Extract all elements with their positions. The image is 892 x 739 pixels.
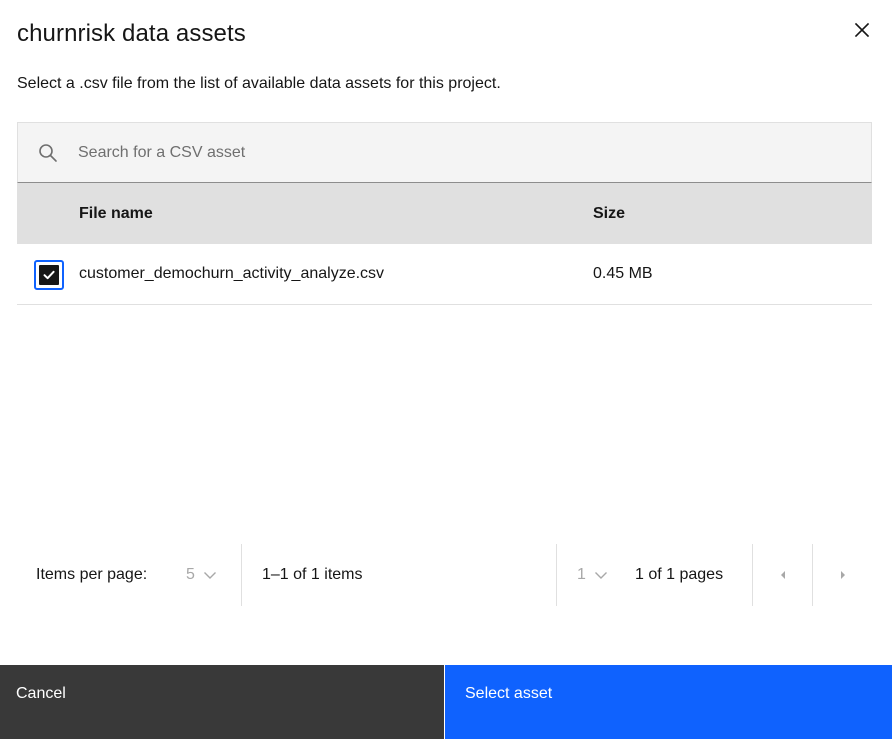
checkmark-icon	[43, 270, 55, 280]
table-header: File name Size	[17, 183, 872, 244]
column-header-size[interactable]: Size	[593, 183, 625, 244]
search-bar	[17, 122, 872, 183]
pages-text: 1 of 1 pages	[635, 566, 724, 583]
modal-dialog: churnrisk data assets Select a .csv file…	[0, 0, 892, 739]
pager-divider	[241, 544, 242, 606]
items-per-page-value: 5	[186, 566, 195, 583]
modal-description: Select a .csv file from the list of avai…	[17, 75, 501, 92]
items-per-page-label: Items per page:	[36, 566, 148, 583]
caret-right-icon	[841, 571, 845, 579]
modal-footer: Cancel Select asset	[0, 665, 892, 739]
chevron-down-icon	[594, 572, 607, 579]
caret-left-icon	[781, 571, 785, 579]
file-name-cell: customer_demochurn_activity_analyze.csv	[79, 265, 385, 282]
previous-page-button[interactable]	[753, 544, 813, 606]
row-checkbox[interactable]	[34, 260, 64, 290]
search-icon	[39, 144, 57, 162]
pagination: Items per page: 5 1–1 of 1 items 1 1 of …	[17, 544, 872, 606]
close-button[interactable]	[850, 18, 874, 42]
table-row[interactable]: customer_demochurn_activity_analyze.csv …	[17, 244, 872, 305]
close-icon	[854, 22, 870, 38]
search-input[interactable]	[78, 123, 858, 182]
pager-divider	[556, 544, 557, 606]
page-select-value: 1	[577, 566, 586, 583]
items-per-page-select[interactable]: 5	[186, 544, 217, 606]
chevron-down-icon	[203, 572, 216, 579]
next-page-button[interactable]	[813, 544, 873, 606]
file-size-cell: 0.45 MB	[593, 265, 653, 282]
select-asset-button[interactable]: Select asset	[445, 665, 892, 739]
items-range-text: 1–1 of 1 items	[262, 566, 363, 583]
cancel-button[interactable]: Cancel	[0, 665, 444, 739]
modal-title: churnrisk data assets	[17, 20, 246, 47]
column-header-file-name[interactable]: File name	[79, 183, 153, 244]
page-select[interactable]: 1	[577, 544, 608, 606]
